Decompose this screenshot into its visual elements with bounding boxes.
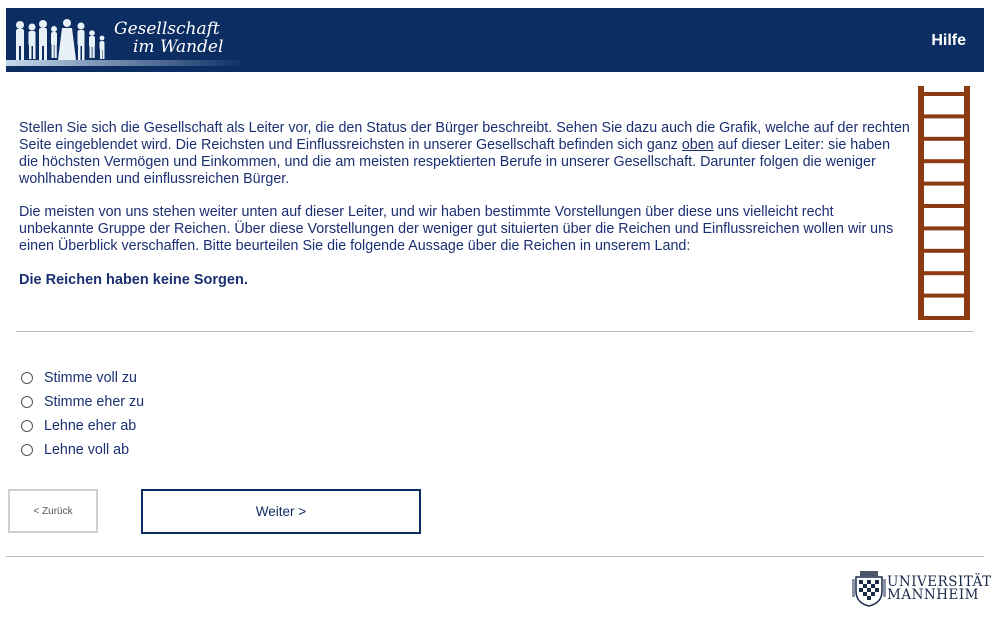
ladder-rail-left bbox=[918, 86, 924, 320]
ladder-rung bbox=[918, 92, 970, 96]
ladder-rung bbox=[918, 114, 970, 119]
ladder-rung bbox=[918, 226, 970, 231]
footer-divider bbox=[6, 556, 984, 557]
university-logo: UNIVERSITÄT MANNHEIM bbox=[852, 569, 991, 609]
help-link[interactable]: Hilfe bbox=[931, 32, 966, 50]
radio-button[interactable] bbox=[21, 444, 33, 456]
university-name: UNIVERSITÄT MANNHEIM bbox=[887, 575, 992, 603]
intro-paragraph-1: Stellen Sie sich die Gesellschaft als Le… bbox=[19, 120, 911, 188]
ladder-rungs bbox=[918, 92, 970, 320]
radio-button[interactable] bbox=[21, 396, 33, 408]
option-label[interactable]: Stimme voll zu bbox=[44, 370, 137, 386]
option-label[interactable]: Lehne eher ab bbox=[44, 418, 136, 434]
ladder-rung bbox=[918, 204, 970, 208]
option-label[interactable]: Lehne voll ab bbox=[44, 442, 129, 458]
option-label[interactable]: Stimme eher zu bbox=[44, 394, 144, 410]
site-logo: Gesellschaft im Wandel bbox=[6, 8, 266, 72]
ladder-rail-right bbox=[964, 86, 970, 320]
next-button[interactable]: Weiter > bbox=[141, 489, 421, 534]
radio-button[interactable] bbox=[21, 420, 33, 432]
intro-paragraph-2: Die meisten von uns stehen weiter unten … bbox=[19, 204, 894, 254]
option-lehne-voll-ab[interactable]: Lehne voll ab bbox=[20, 438, 144, 462]
university-seal-icon bbox=[852, 571, 886, 607]
divider bbox=[16, 331, 974, 332]
option-stimme-eher-zu[interactable]: Stimme eher zu bbox=[20, 390, 144, 414]
question-statement: Die Reichen haben keine Sorgen. bbox=[19, 272, 248, 288]
logo-text: Gesellschaft im Wandel bbox=[114, 20, 223, 56]
university-line-2: MANNHEIM bbox=[887, 587, 979, 603]
logo-line-1: Gesellschaft bbox=[114, 19, 220, 39]
option-stimme-voll-zu[interactable]: Stimme voll zu bbox=[20, 366, 144, 390]
ladder-rung bbox=[918, 159, 970, 164]
ladder-icon bbox=[918, 86, 970, 320]
intro-underlined-word: oben bbox=[681, 137, 714, 153]
ladder-rung bbox=[918, 136, 970, 141]
ladder-rung bbox=[918, 293, 970, 298]
option-lehne-eher-ab[interactable]: Lehne eher ab bbox=[20, 414, 144, 438]
logo-line-2: im Wandel bbox=[133, 37, 224, 57]
ladder-rung bbox=[918, 271, 970, 276]
question-intro: Stellen Sie sich die Gesellschaft als Le… bbox=[19, 120, 911, 271]
ladder-rung bbox=[918, 248, 970, 253]
answer-options: Stimme voll zu Stimme eher zu Lehne eher… bbox=[20, 366, 144, 462]
header-bar: Gesellschaft im Wandel Hilfe bbox=[6, 8, 984, 72]
back-button[interactable]: < Zurück bbox=[8, 489, 98, 533]
ladder-rung bbox=[918, 181, 970, 186]
radio-button[interactable] bbox=[21, 372, 33, 384]
ladder-rung bbox=[918, 316, 970, 320]
